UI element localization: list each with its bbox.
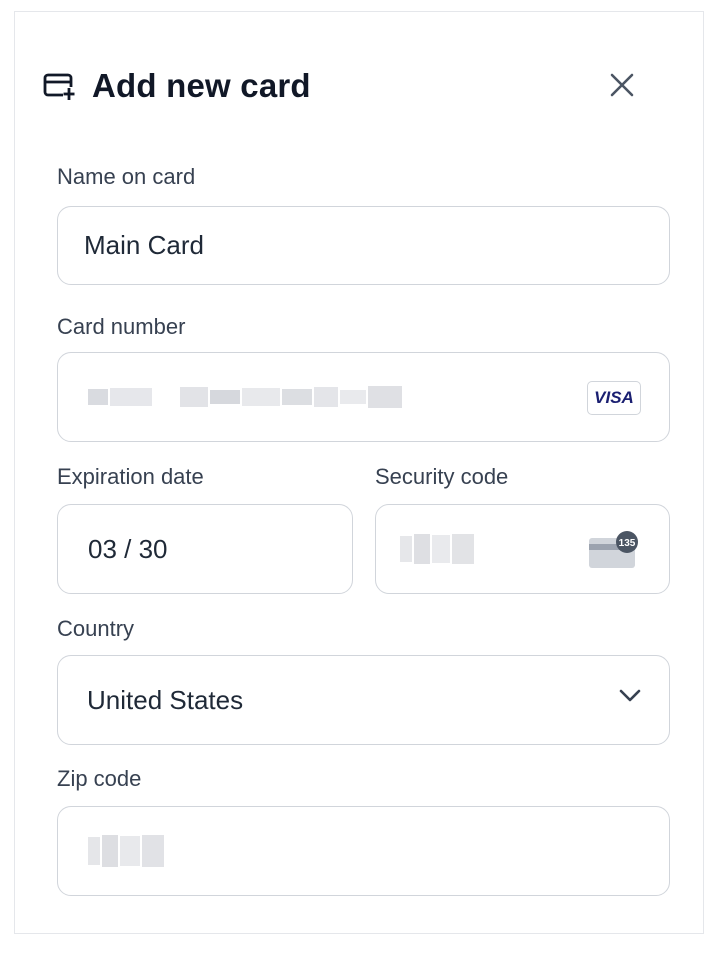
close-button[interactable] — [605, 68, 639, 102]
expiration-date-label: Expiration date — [57, 464, 204, 489]
zip-code-masked-value — [88, 835, 164, 867]
security-code-card-icon: 135 — [587, 530, 641, 575]
zip-code-label: Zip code — [57, 766, 142, 791]
card-number-field[interactable]: VISA — [57, 352, 670, 442]
security-code-label: Security code — [375, 464, 509, 489]
chevron-down-icon — [619, 689, 641, 708]
dialog-title: Add new card — [92, 67, 311, 104]
card-number-label: Card number — [57, 314, 186, 339]
card-add-icon — [43, 69, 77, 103]
expiration-date-field[interactable] — [57, 504, 353, 594]
name-on-card-field[interactable] — [57, 206, 670, 285]
expiration-date-input[interactable] — [88, 533, 352, 565]
security-code-field[interactable]: 135 — [375, 504, 670, 594]
visa-icon: VISA — [587, 381, 641, 415]
security-code-masked-value — [400, 534, 474, 564]
name-on-card-input[interactable] — [84, 230, 669, 261]
card-number-masked-value — [88, 386, 402, 408]
close-icon — [610, 73, 634, 97]
country-select[interactable]: United States — [57, 655, 670, 745]
country-selected-value: United States — [87, 684, 244, 715]
security-code-hint: 135 — [619, 538, 636, 549]
country-label: Country — [57, 616, 135, 641]
zip-code-field[interactable] — [57, 806, 670, 896]
dialog-header: Add new card — [43, 60, 653, 112]
name-on-card-label: Name on card — [57, 164, 196, 189]
